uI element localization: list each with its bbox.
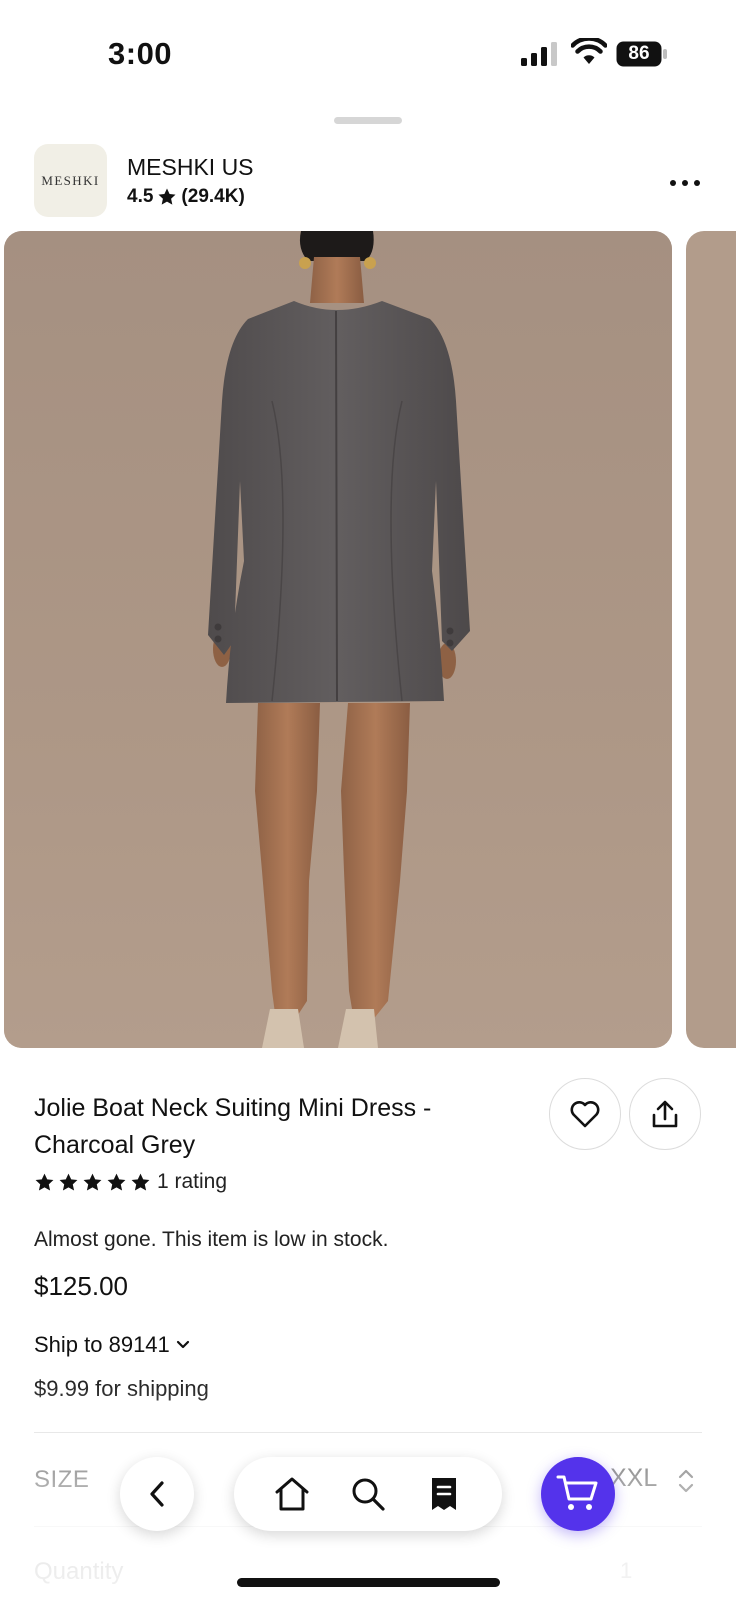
size-label: SIZE	[34, 1466, 90, 1493]
chevron-left-icon	[150, 1481, 164, 1507]
quantity-label[interactable]: Quantity	[34, 1558, 123, 1586]
more-dot-icon	[694, 180, 700, 186]
receipt-icon	[432, 1478, 456, 1510]
product-image-gallery[interactable]	[0, 231, 736, 1048]
product-photo-illustration	[4, 231, 672, 1048]
size-value: XXL	[610, 1464, 658, 1492]
cart-button[interactable]: 1	[541, 1457, 615, 1531]
star-icon	[83, 1173, 102, 1191]
more-dot-icon	[682, 180, 688, 186]
nav-search[interactable]	[343, 1469, 393, 1519]
quantity-value[interactable]: 1	[620, 1558, 632, 1584]
search-icon	[352, 1478, 385, 1511]
product-title: Jolie Boat Neck Suiting Mini Dress - Cha…	[34, 1094, 432, 1159]
wifi-icon	[571, 38, 607, 64]
star-icon	[131, 1173, 150, 1191]
status-time: 3:00	[108, 36, 173, 71]
star-icon	[107, 1173, 126, 1191]
ship-to-label: Ship to 89141	[34, 1332, 170, 1357]
share-icon	[652, 1100, 678, 1128]
battery-icon: 86	[616, 41, 668, 67]
product-image[interactable]	[4, 231, 672, 1048]
store-name[interactable]: MESHKI US	[127, 154, 254, 181]
store-rating-value: 4.5	[127, 186, 154, 207]
product-price: $125.00	[34, 1271, 128, 1301]
next-product-image[interactable]	[686, 231, 736, 1048]
sheet-drag-handle[interactable]	[334, 117, 402, 124]
nav-home[interactable]	[267, 1469, 317, 1519]
store-logo[interactable]: MESHKI	[34, 144, 107, 217]
stock-message: Almost gone. This item is low in stock.	[34, 1228, 389, 1251]
heart-icon	[570, 1101, 600, 1128]
status-bar: 3:00 86	[0, 0, 736, 108]
ship-to-selector[interactable]: Ship to 89141	[34, 1332, 190, 1358]
star-icon	[158, 188, 176, 205]
rating-count: 1 rating	[157, 1170, 228, 1193]
more-dot-icon	[670, 180, 676, 186]
nav-orders[interactable]	[419, 1469, 469, 1519]
more-options-button[interactable]	[660, 168, 710, 198]
shipping-cost: $9.99 for shipping	[34, 1376, 209, 1401]
store-rating: 4.5 (29.4K)	[127, 186, 245, 208]
battery-level: 86	[628, 43, 650, 64]
signal-icon	[521, 42, 557, 66]
share-button[interactable]	[629, 1078, 701, 1150]
home-indicator	[237, 1578, 500, 1587]
star-icon	[35, 1173, 54, 1191]
bottom-nav-bar	[234, 1457, 502, 1531]
rating-stars	[34, 1172, 151, 1193]
chevron-down-icon	[176, 1340, 189, 1349]
cart-count-badge: 1	[581, 1484, 589, 1500]
home-icon	[275, 1477, 309, 1511]
store-header: MESHKI MESHKI US 4.5 (29.4K)	[0, 144, 736, 218]
star-icon	[59, 1173, 78, 1191]
back-button[interactable]	[120, 1457, 194, 1531]
chevron-up-down-icon	[678, 1469, 694, 1493]
store-review-count: (29.4K)	[181, 186, 245, 207]
favorite-button[interactable]	[549, 1078, 621, 1150]
product-rating[interactable]: 1 rating	[34, 1170, 227, 1194]
